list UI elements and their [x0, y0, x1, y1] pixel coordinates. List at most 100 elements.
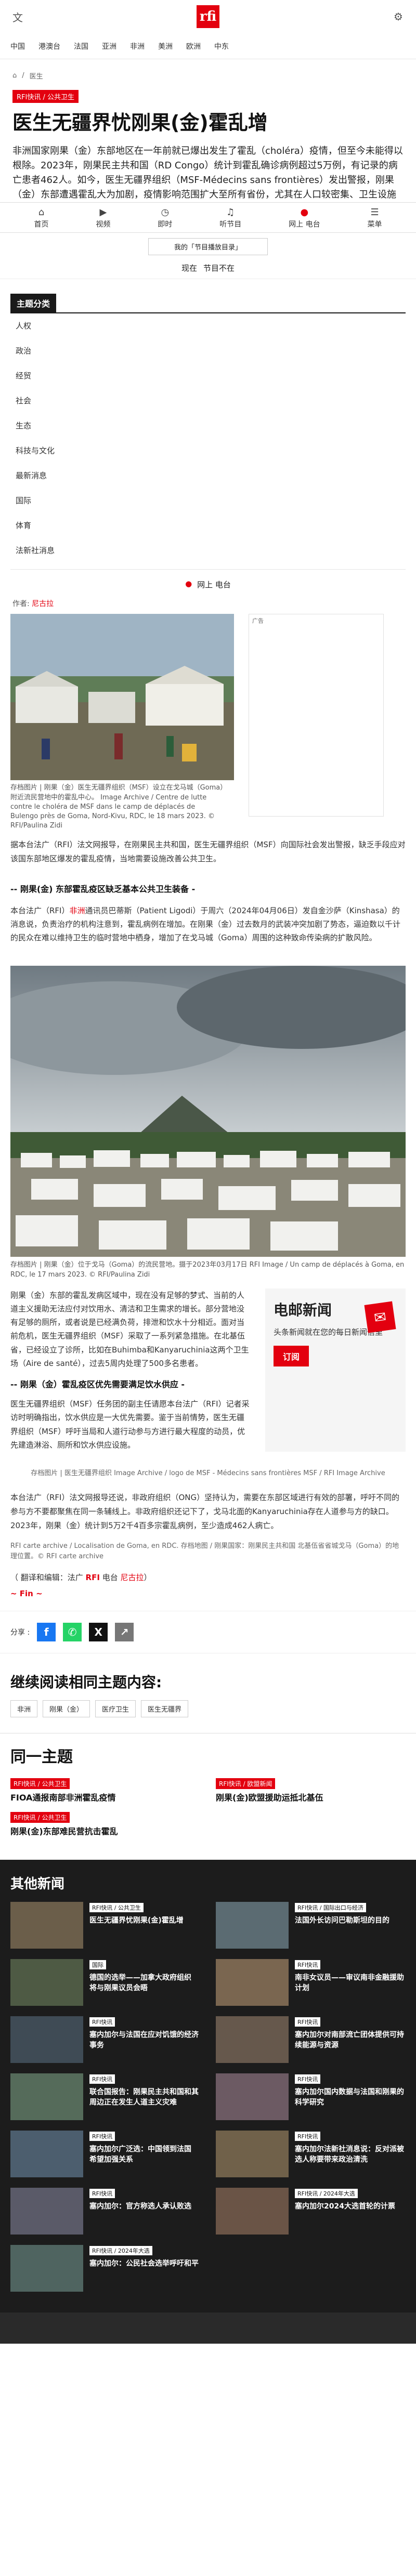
- byline: 作者: 尼古拉: [12, 600, 54, 609]
- nav-instant[interactable]: ◷ 即时: [158, 207, 172, 229]
- menu-icon: ☰: [370, 207, 379, 218]
- facebook-icon[interactable]: f: [37, 1623, 56, 1642]
- nav-item[interactable]: 中国: [10, 41, 25, 51]
- news-title: 塞内加尔：公民社会选举呼吁和平: [89, 2259, 199, 2268]
- news-title: 法国外长访问巴勒斯坦的目的: [295, 1916, 389, 1925]
- category-item[interactable]: 国际: [10, 488, 406, 514]
- topic-chip[interactable]: 非洲: [10, 1700, 38, 1718]
- rfi-logo[interactable]: rfi: [197, 5, 219, 28]
- same-topic-item[interactable]: RFI快讯 / 欧盟新闻 刚果(金)欧盟援助运抵北基伍: [216, 1778, 406, 1804]
- news-tag: RFI快讯: [295, 2131, 321, 2141]
- home-icon: ⌂: [38, 207, 45, 218]
- settings-gear-icon[interactable]: ⚙: [391, 9, 406, 24]
- category-item[interactable]: 人权: [10, 313, 406, 339]
- africa-link[interactable]: 非洲: [69, 906, 85, 915]
- topic-chip[interactable]: 医疗卫生: [95, 1700, 136, 1718]
- article-tags: RFI快讯 / 公共卫生: [0, 90, 416, 103]
- other-news-item[interactable]: RFI快讯 南非女议员——审议南非金融援助计划: [216, 1959, 406, 2006]
- nav-item[interactable]: 法国: [74, 41, 88, 51]
- share-label: 分享 :: [10, 1628, 30, 1637]
- news-tag: RFI快讯: [89, 2131, 115, 2141]
- news-thumbnail: [216, 2016, 289, 2063]
- news-thumbnail: [10, 2073, 83, 2120]
- category-item[interactable]: 法新社消息: [10, 538, 406, 563]
- category-list: 人权 政治 经贸 社会 生态 科技与文化 最新消息 国际 体育 法新社消息: [10, 312, 406, 563]
- share-icon[interactable]: ↗: [115, 1623, 134, 1642]
- other-news-item[interactable]: RFI快讯 / 2024年大选 塞内加尔：公民社会选举呼吁和平: [10, 2244, 200, 2292]
- article-paragraph: 刚果（金）东部的霍乱发病区域中，现在没有足够的梦式、当前的人道主义援助无法应付对…: [10, 1290, 249, 1368]
- media-row: 存档图片 | 刚果（金）医生无疆界组织（MSF）设立在戈马城（Goma）附近流民…: [0, 614, 416, 831]
- nav-home[interactable]: ⌂ 首页: [34, 207, 48, 229]
- subscribe-button[interactable]: 订阅: [274, 1345, 309, 1366]
- nav-item[interactable]: 亚洲: [102, 41, 116, 51]
- live-radio-link[interactable]: ● 网上 电台: [0, 576, 416, 598]
- article-lead: 非洲国家刚果（金）东部地区在一年前就已爆出发生了霍乱（choléra）疫情，但至…: [12, 146, 403, 205]
- news-title: 南非女议员——审议南非金融援助计划: [295, 1973, 404, 1993]
- news-thumbnail: [216, 2130, 289, 2177]
- article-paragraph: 医生无疆界组织（MSF）任务团的副主任请愿本台法广（RFI）记者采访时明确指出，…: [10, 1399, 250, 1450]
- same-topic-title: 同一主题: [0, 1733, 416, 1772]
- news-title: 医生无疆界忧刚果(金)霍乱增: [89, 1916, 184, 1925]
- breadcrumb-section[interactable]: 医生: [30, 71, 43, 81]
- news-tag: RFI快讯 / 公共卫生: [89, 1902, 144, 1912]
- home-icon[interactable]: ⌂: [12, 72, 17, 80]
- tag-label[interactable]: RFI快讯 / 公共卫生: [12, 90, 79, 103]
- category-title: 主题分类: [10, 294, 57, 313]
- other-news-item[interactable]: RFI快讯 塞内加尔广泛选：中国领到法国 希望加强关系: [10, 2130, 200, 2177]
- topic-chip[interactable]: 刚果（金）: [43, 1700, 90, 1718]
- nav-menu[interactable]: ☰ 菜单: [368, 207, 382, 229]
- nav-item[interactable]: 美洲: [158, 41, 173, 51]
- share-bar: 分享 : f ✆ X ↗: [0, 1611, 416, 1654]
- other-news-item[interactable]: RFI快讯 塞内加尔与法国在应对饥饿的经济事务: [10, 2016, 200, 2063]
- category-item[interactable]: 政治: [10, 338, 406, 364]
- other-news-item[interactable]: 国际 德国的选举——加拿大政府组织 将与刚果议员会晤: [10, 1959, 200, 2006]
- nav-item[interactable]: 中东: [214, 41, 229, 51]
- other-news-item[interactable]: RFI快讯 塞内加尔对南部流亡团体提供可持续能源与资源: [216, 2016, 406, 2063]
- editor-link[interactable]: 尼古拉: [120, 1573, 144, 1582]
- nav-podcast[interactable]: ♫ 听节目: [219, 207, 241, 229]
- article-end-mark: ~ Fin ~: [10, 1589, 43, 1599]
- top-nav: 中国 港澳台 法国 亚洲 非洲 美洲 欧洲 中东: [0, 33, 416, 59]
- same-topic-item[interactable]: RFI快讯 / 公共卫生 FIOA通报南部非洲霍乱疫情: [10, 1778, 200, 1804]
- nav-video[interactable]: ▶ 视频: [96, 207, 110, 229]
- other-news-item[interactable]: RFI快讯 / 公共卫生医生无疆界忧刚果(金)霍乱增: [10, 1901, 200, 1949]
- category-item[interactable]: 经贸: [10, 363, 406, 389]
- photo-caption: 存档图片 | 刚果（金）医生无疆界组织（MSF）设立在戈马城（Goma）附近流民…: [10, 784, 224, 830]
- other-news-item[interactable]: RFI快讯 / 2024年大选 塞内加尔2024大选首轮的计票: [216, 2187, 406, 2235]
- other-news-item[interactable]: RFI快讯 塞内加尔国内数据与法国和刚果的科学研究: [216, 2073, 406, 2120]
- category-item[interactable]: 体育: [10, 513, 406, 538]
- article-paragraph: 本台法广（RFI）非洲通讯员巴蒂斯（Patient Ligodi）于周六（202…: [10, 905, 401, 943]
- news-title: 塞内加尔：官方称选人承认败选: [89, 2202, 191, 2211]
- program-list-button[interactable]: 我的「节目播放目录」: [148, 238, 268, 256]
- x-icon[interactable]: X: [89, 1623, 108, 1642]
- other-news-item[interactable]: RFI快讯 塞内加尔法新社消息说：反对派被选人称要带来政治清洗: [216, 2130, 406, 2177]
- nav-item[interactable]: 港澳台: [38, 41, 60, 51]
- other-news-item[interactable]: RFI快讯 联合国报告：刚果民主共和国和其周边正在发生人道主义灾难: [10, 2073, 200, 2120]
- now-playing-row: 现在 节目不在: [0, 255, 416, 280]
- nav-item[interactable]: 非洲: [130, 41, 145, 51]
- news-tag: RFI快讯: [295, 2074, 321, 2084]
- whatsapp-icon[interactable]: ✆: [63, 1623, 82, 1642]
- photo-block: 存档图片 | 刚果（金）医生无疆界组织（MSF）设立在戈马城（Goma）附近流民…: [10, 614, 234, 831]
- category-item[interactable]: 科技与文化: [10, 438, 406, 464]
- language-icon[interactable]: 文: [10, 9, 25, 24]
- other-news-item[interactable]: RFI快讯 / 国际出口与经济 法国外长访问巴勒斯坦的目的: [216, 1901, 406, 1949]
- category-item[interactable]: 最新消息: [10, 463, 406, 489]
- news-title: 塞内加尔对南部流亡团体提供可持续能源与资源: [295, 2030, 404, 2050]
- news-title: 塞内加尔与法国在应对饥饿的经济事务: [89, 2030, 199, 2050]
- top-bar: 文 rfi ⚙: [0, 0, 416, 33]
- live-icon: ●: [185, 579, 192, 589]
- same-topic-item[interactable]: RFI快讯 / 公共卫生 刚果(金)东部难民营抗击霍乱: [10, 1812, 200, 1837]
- breadcrumb: ⌂ / 医生: [12, 71, 43, 81]
- keep-reading-title: 继续阅读相同主题内容:: [10, 1674, 162, 1691]
- category-item[interactable]: 生态: [10, 413, 406, 439]
- topic-chip[interactable]: 医生无疆界: [141, 1700, 189, 1718]
- divider: [10, 569, 406, 570]
- article-photo-camp: [10, 614, 234, 781]
- author-link[interactable]: 尼古拉: [32, 600, 54, 608]
- category-item[interactable]: 社会: [10, 388, 406, 414]
- nav-item[interactable]: 欧洲: [186, 41, 201, 51]
- other-news-item[interactable]: RFI快讯 塞内加尔：官方称选人承认败选: [10, 2187, 200, 2235]
- nav-live[interactable]: ● 网上 电台: [289, 207, 320, 229]
- news-thumbnail: [10, 2187, 83, 2235]
